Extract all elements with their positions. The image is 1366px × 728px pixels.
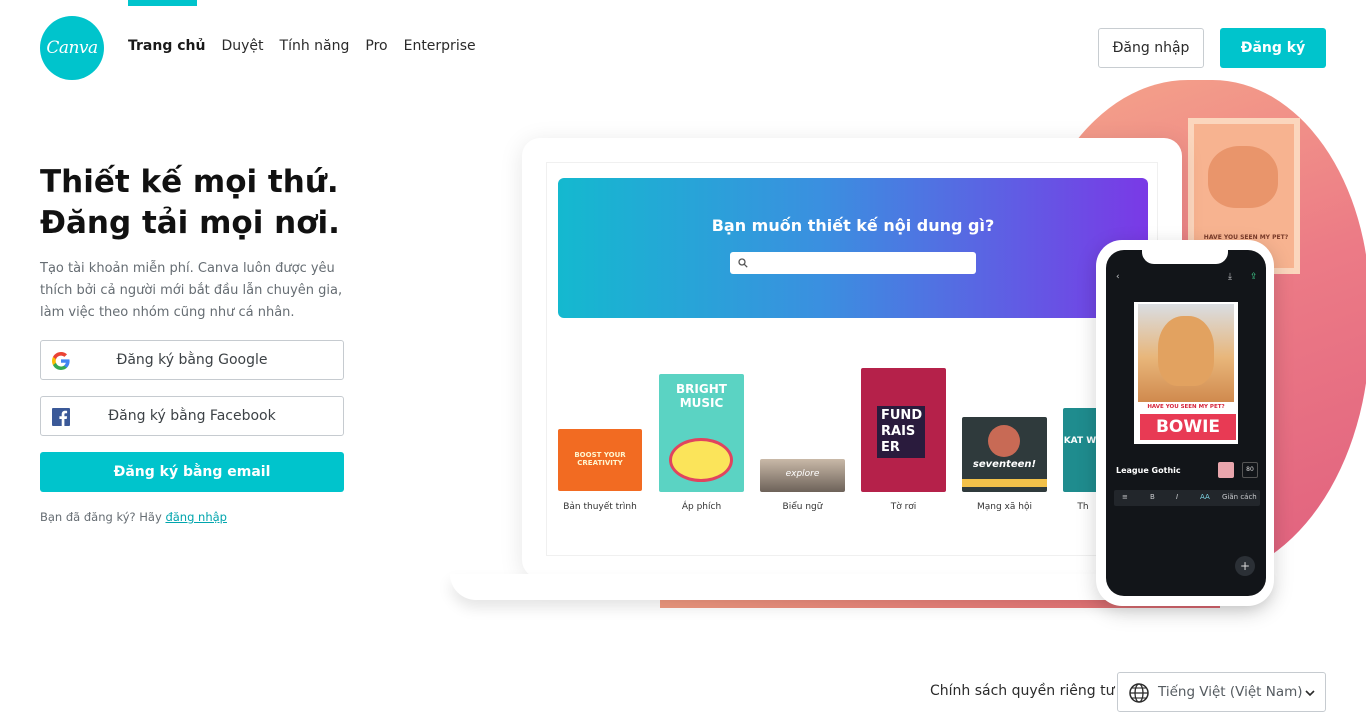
hero-title-line-2: Đăng tải mọi nơi.	[40, 205, 340, 241]
nav-item-home[interactable]: Trang chủ	[128, 38, 205, 54]
spacing-label: Giãn cách	[1222, 493, 1257, 501]
back-chevron-icon: ‹	[1116, 272, 1120, 282]
facebook-signup-label: Đăng ký bằng Facebook	[108, 408, 276, 424]
template-banner-art: explore	[785, 469, 820, 479]
google-signup-button[interactable]: Đăng ký bằng Google	[40, 340, 344, 380]
logo-text: Canva	[46, 38, 98, 58]
nav-item-enterprise[interactable]: Enterprise	[404, 38, 476, 54]
template-presentation-art: BOOST YOUR CREATIVITY	[574, 451, 626, 467]
dog-illustration	[1208, 146, 1278, 208]
globe-icon	[1129, 683, 1149, 703]
hero-title: Thiết kế mọi thứ. Đăng tải mọi nơi.	[40, 162, 400, 244]
google-signup-label: Đăng ký bằng Google	[116, 352, 268, 368]
banner-search-input	[730, 252, 976, 274]
template-banner-label: Biểu ngữ	[782, 502, 823, 512]
case-icon: AA	[1200, 493, 1210, 501]
login-link[interactable]: đăng nhập	[165, 510, 227, 524]
drum-illustration	[669, 438, 733, 482]
phone-poster-title: BOWIE	[1140, 414, 1236, 440]
search-icon	[738, 258, 748, 268]
download-icon: ⤓	[1228, 272, 1232, 282]
template-social-label: Mạng xã hội	[977, 502, 1032, 512]
add-icon: +	[1235, 556, 1255, 576]
hero-title-line-1: Thiết kế mọi thứ.	[40, 164, 339, 200]
main-nav: Trang chủ Duyệt Tính năng Pro Enterprise	[128, 38, 476, 54]
bold-icon: B	[1150, 493, 1155, 501]
signup-button[interactable]: Đăng ký	[1220, 28, 1326, 68]
language-label: Tiếng Việt (Việt Nam)	[1158, 684, 1303, 700]
active-tab-indicator	[128, 0, 197, 6]
person-illustration	[988, 425, 1020, 457]
template-banner: explore	[760, 459, 845, 492]
already-registered-prefix: Bạn đã đăng ký? Hãy	[40, 510, 166, 524]
font-size: 80	[1242, 462, 1258, 478]
color-swatch	[1218, 462, 1234, 478]
template-social-art: seventeen!	[972, 459, 1037, 470]
italic-icon: I	[1176, 493, 1179, 501]
template-flyer: FUND RAIS ER	[861, 368, 946, 492]
phone-notch	[1142, 250, 1228, 264]
text-toolbar: ≡ B I AA Giãn cách	[1114, 490, 1260, 506]
template-presentation-label: Bản thuyết trình	[563, 502, 637, 512]
facebook-icon	[52, 408, 70, 426]
nav-item-pro[interactable]: Pro	[365, 38, 387, 54]
dog-illustration-phone	[1158, 316, 1214, 386]
privacy-policy-link[interactable]: Chính sách quyền riêng tư	[930, 683, 1114, 699]
nav-item-features[interactable]: Tính năng	[280, 38, 350, 54]
email-signup-button[interactable]: Đăng ký bằng email	[40, 452, 344, 492]
hero-description: Tạo tài khoản miễn phí. Canva luôn được …	[40, 261, 343, 320]
template-flyer-label: Tờ rơi	[890, 502, 917, 512]
google-icon	[52, 352, 70, 370]
banner-title: Bạn muốn thiết kế nội dung gì?	[711, 216, 995, 235]
login-button[interactable]: Đăng nhập	[1098, 28, 1204, 68]
align-icon: ≡	[1122, 493, 1128, 501]
share-icon: ⇪	[1250, 272, 1258, 282]
font-dropdown-icon: ⁝	[1168, 466, 1171, 475]
already-registered-text: Bạn đã đăng ký? Hãy đăng nhập	[40, 510, 227, 524]
phone-poster-subtitle: HAVE YOU SEEN MY PET?	[1147, 404, 1225, 410]
template-poster-label: Áp phích	[681, 502, 722, 512]
template-poster: BRIGHT MUSIC	[659, 374, 744, 492]
template-social: seventeen!	[962, 417, 1047, 492]
nav-item-browse[interactable]: Duyệt	[221, 38, 263, 54]
template-social-bar	[962, 479, 1047, 487]
font-name: League Gothic	[1116, 466, 1181, 475]
canva-logo[interactable]: Canva	[40, 16, 104, 80]
template-presentation: BOOST YOUR CREATIVITY	[558, 429, 642, 491]
design-banner: Bạn muốn thiết kế nội dung gì?	[558, 178, 1148, 318]
language-select[interactable]: Tiếng Việt (Việt Nam)	[1117, 672, 1326, 712]
template-poster-art: BRIGHT MUSIC	[676, 382, 727, 410]
facebook-signup-button[interactable]: Đăng ký bằng Facebook	[40, 396, 344, 436]
chevron-down-icon	[1305, 690, 1315, 697]
page: Canva Trang chủ Duyệt Tính năng Pro Ente…	[0, 0, 1366, 728]
template-flyer-art: FUND RAIS ER	[877, 406, 925, 458]
